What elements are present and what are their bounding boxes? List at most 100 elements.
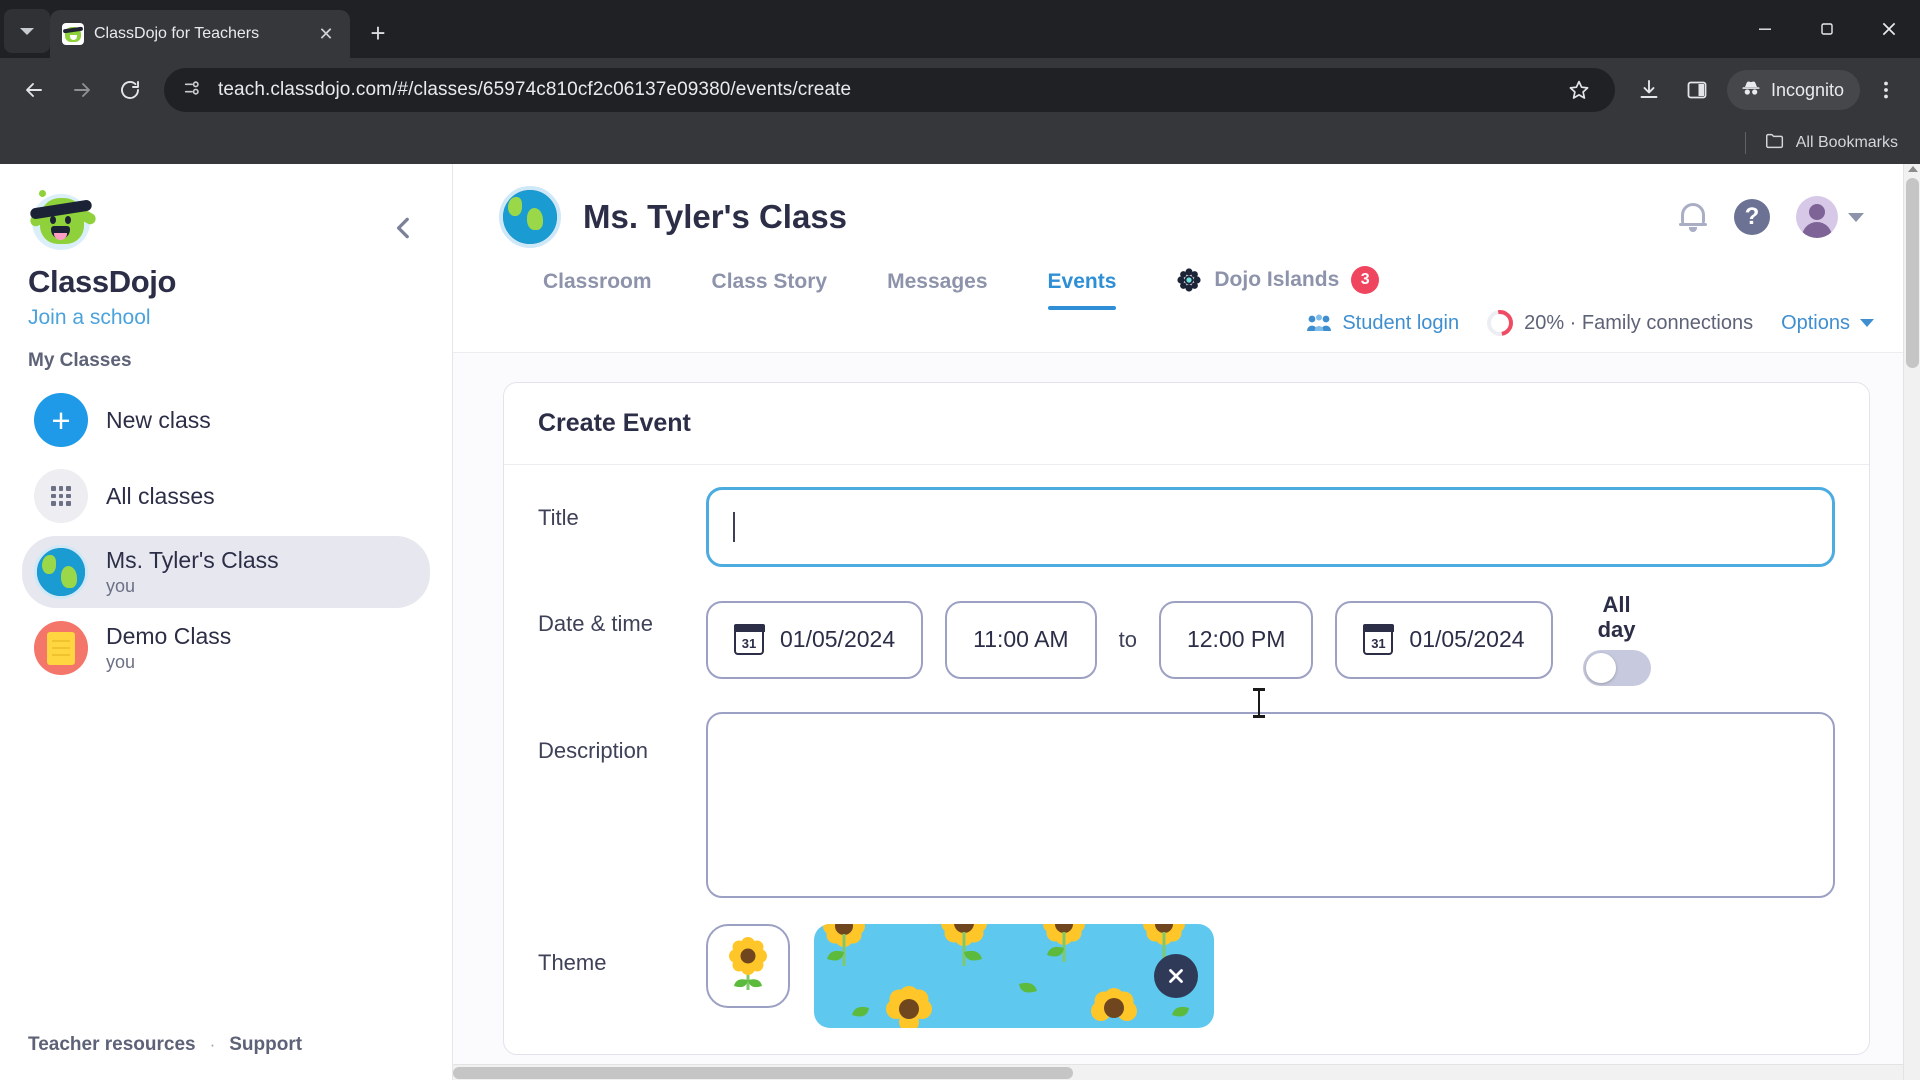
end-time-value: 12:00 PM — [1186, 626, 1286, 653]
options-dropdown[interactable]: Options — [1781, 312, 1874, 335]
grid-icon — [34, 469, 88, 523]
calendar-icon: 31 — [733, 624, 765, 655]
sidebar-item-sublabel: you — [106, 652, 136, 672]
help-icon[interactable]: ? — [1734, 199, 1770, 235]
form-scroll-area[interactable]: Create Event Title Date & time 31 01/05/… — [453, 366, 1920, 1080]
teacher-resources-link[interactable]: Teacher resources — [28, 1034, 196, 1056]
browser-window: ClassDojo for Teachers ✕ + teach.classdo… — [0, 0, 1920, 1080]
all-day-toggle[interactable] — [1582, 650, 1651, 687]
calendar-icon: 31 — [1362, 624, 1394, 655]
tab-label: Dojo Islands — [1214, 268, 1340, 291]
star-icon[interactable] — [1557, 68, 1601, 112]
all-day-control: All day — [1582, 592, 1651, 687]
all-bookmarks-label[interactable]: All Bookmarks — [1796, 134, 1898, 152]
create-event-card: Create Event Title Date & time 31 01/05/… — [503, 382, 1870, 1056]
card-body: Title Date & time 31 01/05/2024 11:00 AM… — [504, 465, 1869, 1029]
window-minimize-button[interactable] — [1734, 0, 1796, 58]
tab-close-icon[interactable]: ✕ — [314, 22, 338, 46]
sidebar-footer: Teacher resources · Support — [0, 1010, 453, 1080]
toggle-knob — [1585, 653, 1616, 684]
family-connections-label: 20% · Family connections — [1524, 311, 1754, 334]
vertical-scrollbar[interactable] — [1903, 164, 1920, 1080]
reload-button[interactable] — [108, 68, 152, 112]
window-controls — [1734, 0, 1920, 58]
new-tab-button[interactable]: + — [358, 13, 398, 53]
page-info-icon[interactable] — [182, 77, 204, 104]
class-list: + New class All classes Ms. Tyler's Clas… — [0, 372, 452, 684]
horizontal-scrollbar[interactable] — [453, 1064, 1903, 1080]
options-label: Options — [1781, 311, 1850, 334]
tab-messages[interactable]: Messages — [857, 270, 1017, 310]
download-icon[interactable] — [1627, 68, 1671, 112]
theme-label: Theme — [538, 950, 607, 976]
tab-title: ClassDojo for Teachers — [94, 25, 260, 42]
student-login-link[interactable]: Student login — [1306, 312, 1459, 335]
start-time-value: 11:00 AM — [973, 626, 1069, 653]
start-date-value: 01/05/2024 — [780, 626, 896, 653]
end-date-input[interactable]: 31 01/05/2024 — [1335, 600, 1553, 679]
my-classes-label: My Classes — [28, 350, 132, 371]
selected-theme-preview[interactable] — [814, 924, 1214, 1029]
datetime-label: Date & time — [538, 611, 653, 636]
incognito-indicator[interactable]: Incognito — [1726, 70, 1860, 110]
sunflower-icon — [720, 936, 776, 996]
support-link[interactable]: Support — [229, 1034, 302, 1056]
incognito-label: Incognito — [1770, 79, 1844, 100]
description-textarea[interactable] — [706, 712, 1835, 899]
window-close-button[interactable] — [1858, 0, 1920, 58]
calendar-day: 31 — [1371, 635, 1386, 651]
remove-theme-button[interactable] — [1154, 954, 1198, 999]
sidebar-item-ms-tylers-class[interactable]: Ms. Tyler's Class you — [22, 536, 430, 608]
horizontal-scrollbar-thumb[interactable] — [453, 1067, 1073, 1079]
sidebar-item-all-classes[interactable]: All classes — [22, 460, 430, 532]
theme-picker-button[interactable] — [706, 924, 790, 1009]
vertical-scrollbar-thumb[interactable] — [1906, 178, 1919, 368]
description-label: Description — [538, 738, 649, 764]
page-content: ClassDojo Join a school My Classes + New… — [0, 164, 1920, 1080]
scroll-up-arrow-icon[interactable] — [1908, 166, 1918, 172]
page-title: Ms. Tyler's Class — [583, 198, 848, 235]
window-maximize-button[interactable] — [1796, 0, 1858, 58]
card-title: Create Event — [538, 409, 691, 437]
sidebar-item-label: All classes — [106, 482, 215, 509]
sidebar-item-new-class[interactable]: + New class — [22, 384, 430, 456]
title-label: Title — [538, 505, 579, 530]
end-time-input[interactable]: 12:00 PM — [1158, 600, 1314, 679]
avatar — [1796, 196, 1838, 238]
notification-bell-icon[interactable] — [1678, 201, 1708, 233]
forward-button[interactable] — [60, 68, 104, 112]
address-bar[interactable]: teach.classdojo.com/#/classes/65974c810c… — [164, 68, 1615, 112]
mouse-cursor-ibeam — [1253, 688, 1265, 718]
tab-dojo-islands[interactable]: Dojo Islands 3 — [1146, 266, 1409, 310]
browser-tab[interactable]: ClassDojo for Teachers ✕ — [50, 10, 350, 58]
start-date-input[interactable]: 31 01/05/2024 — [706, 600, 924, 679]
bookmarks-bar: All Bookmarks — [0, 122, 1920, 164]
chevron-down-icon — [1848, 212, 1864, 222]
all-day-label-line2: day — [1597, 616, 1636, 642]
student-login-label: Student login — [1342, 311, 1460, 334]
all-day-label-line1: All — [1602, 592, 1631, 617]
sidebar-item-demo-class[interactable]: Demo Class you — [22, 612, 430, 684]
sidebar: ClassDojo Join a school My Classes + New… — [0, 164, 453, 1080]
tab-events[interactable]: Events — [1018, 270, 1147, 310]
plus-icon: + — [34, 393, 88, 447]
chevron-down-icon — [1860, 319, 1874, 327]
calendar-day: 31 — [741, 635, 757, 651]
sidebar-collapse-button[interactable] — [384, 208, 424, 248]
datetime-field-row: Date & time 31 01/05/2024 11:00 AM to 12… — [538, 592, 1835, 687]
bookmarks-divider — [1744, 132, 1746, 154]
tab-class-story[interactable]: Class Story — [682, 270, 858, 310]
join-a-school-link[interactable]: Join a school — [28, 306, 424, 330]
family-connections-status[interactable]: 20% · Family connections — [1481, 304, 1754, 342]
back-button[interactable] — [12, 68, 56, 112]
three-dot-menu-icon[interactable] — [1864, 68, 1908, 112]
title-input[interactable] — [706, 487, 1835, 567]
card-header: Create Event — [504, 383, 1869, 465]
account-menu[interactable] — [1796, 196, 1864, 238]
dojo-islands-icon — [1176, 267, 1202, 293]
side-panel-icon[interactable] — [1675, 68, 1719, 112]
tab-strip: ClassDojo for Teachers ✕ + — [0, 0, 1920, 58]
start-time-input[interactable]: 11:00 AM — [945, 600, 1097, 679]
tab-classroom[interactable]: Classroom — [499, 270, 682, 310]
tab-search-button[interactable] — [4, 9, 50, 53]
